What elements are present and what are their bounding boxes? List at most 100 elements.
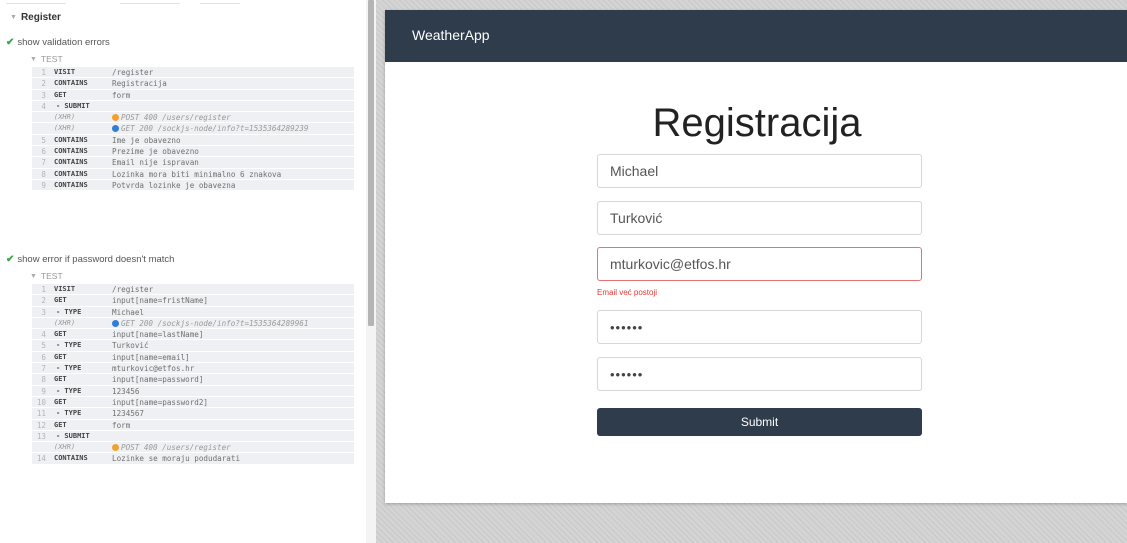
command-row[interactable]: 4 - SUBMIT <box>32 101 354 113</box>
command-number: 5 <box>41 135 46 145</box>
command-row[interactable]: 4 GET input[name=lastName] <box>32 329 354 341</box>
command-row[interactable]: 2 CONTAINS Registracija <box>32 78 354 90</box>
command-name: CONTAINS <box>54 169 88 178</box>
command-name: - TYPE <box>56 386 82 395</box>
command-row[interactable]: (XHR) GET 200 /sockjs-node/info?t=1535364… <box>32 318 354 330</box>
command-name: VISIT <box>54 285 76 293</box>
command-message-text: form <box>112 90 131 100</box>
command-row[interactable]: 3 GET form <box>32 90 354 101</box>
command-name: VISIT <box>54 68 76 76</box>
command-message: Lozinke se moraju podudarati <box>112 453 240 464</box>
command-number: 3 <box>41 90 46 100</box>
command-message: input[name=password] <box>112 374 203 385</box>
command-name: (XHR) <box>54 113 76 122</box>
test-title-validation[interactable]: ✔ show validation errors <box>6 37 110 48</box>
last-name-input[interactable] <box>597 201 922 235</box>
command-number: 6 <box>41 147 46 157</box>
command-message: 1234567 <box>112 408 144 419</box>
command-number: 12 <box>36 420 46 430</box>
command-message-text: Michael <box>112 307 145 317</box>
command-name: GET <box>54 375 67 384</box>
command-number: 4 <box>41 101 46 111</box>
command-message-text: Lozinka mora biti minimalno 6 znakova <box>112 169 282 179</box>
command-number: 6 <box>41 352 46 362</box>
caret-down-icon: ▼ <box>30 56 37 63</box>
command-row[interactable]: 13 - SUBMIT <box>32 431 354 443</box>
command-name: - TYPE <box>56 341 82 350</box>
command-row[interactable]: 7 - TYPE mturkovic@etfos.hr <box>32 363 354 375</box>
command-message-text: Registracija <box>112 79 167 89</box>
command-name: GET <box>54 90 67 99</box>
command-message: Potvrda lozinke je obavezna <box>112 180 235 191</box>
command-name: - TYPE <box>56 364 82 373</box>
command-number: 4 <box>41 330 46 340</box>
command-row[interactable]: 10 GET input[name=password2] <box>32 397 354 409</box>
test-section-label[interactable]: ▼ TEST <box>30 54 63 64</box>
command-message-text: input[name=lastName] <box>112 330 204 340</box>
command-row[interactable]: (XHR) POST 400 /users/register <box>32 442 354 454</box>
command-row[interactable]: 8 CONTAINS Lozinka mora biti minimalno 6 z… <box>32 169 354 180</box>
command-row[interactable]: 9 - TYPE 123456 <box>32 386 354 397</box>
command-row[interactable]: 8 GET input[name=password] <box>32 374 354 386</box>
command-row[interactable]: (XHR) GET 200 /sockjs-node/info?t=1535364… <box>32 123 354 135</box>
command-row[interactable]: 1 VISIT/register <box>32 67 354 79</box>
command-row[interactable]: 5 - TYPE Turković <box>32 340 354 352</box>
command-name: GET <box>54 296 67 305</box>
command-message: Lozinka mora biti minimalno 6 znakova <box>112 169 281 180</box>
email-input[interactable] <box>597 247 922 281</box>
submit-button[interactable]: Submit <box>597 408 922 436</box>
command-row[interactable]: 9 CONTAINS Potvrda lozinke je obavezna <box>32 180 354 192</box>
scrollbar-thumb[interactable] <box>368 0 374 326</box>
command-number: 9 <box>41 386 46 396</box>
command-message-text: POST 400 /users/register <box>121 113 231 123</box>
command-message: GET 200 /sockjs-node/info?t=153536428996… <box>112 318 308 329</box>
command-row[interactable]: 6 GET input[name=email] <box>32 352 354 364</box>
command-message: Email nije ispravan <box>112 157 199 168</box>
caret-down-icon: ▼ <box>10 14 17 21</box>
command-row[interactable]: 14 CONTAINS Lozinke se moraju podudarati <box>32 453 354 465</box>
command-name: GET <box>54 352 67 361</box>
xhr-status-dot-icon <box>112 114 119 122</box>
command-number: 2 <box>41 79 46 89</box>
command-name: CONTAINS <box>54 454 88 463</box>
confirm-password-input[interactable] <box>597 357 922 391</box>
command-row[interactable]: 1 VISIT/register <box>32 284 354 296</box>
command-message-text: mturkovic@etfos.hr <box>112 364 195 374</box>
command-number: 11 <box>36 409 46 419</box>
test-section-label[interactable]: ▼ TEST <box>30 271 63 281</box>
command-message-text: Potvrda lozinke je obavezna <box>112 180 236 190</box>
command-row[interactable]: 7 CONTAINS Email nije ispravan <box>32 157 354 169</box>
command-message: Registracija <box>112 78 167 89</box>
command-number: 9 <box>41 180 46 190</box>
command-number: 5 <box>41 341 46 351</box>
command-row[interactable]: 6 CONTAINS Prezime je obavezno <box>32 146 354 158</box>
first-name-input[interactable] <box>597 154 922 188</box>
command-message-text: Turković <box>112 341 149 351</box>
command-name: (XHR) <box>54 443 76 452</box>
command-row[interactable]: 5 CONTAINS Ime je obavezno <box>32 135 354 147</box>
command-row[interactable]: 2 GET input[name=fristName] <box>32 295 354 307</box>
navbar: WeatherApp <box>385 10 1127 62</box>
command-name: - TYPE <box>56 307 82 316</box>
command-row[interactable]: 11 - TYPE 1234567 <box>32 408 354 420</box>
command-number: 1 <box>41 68 46 77</box>
password-input[interactable] <box>597 310 922 344</box>
command-message-text: Email nije ispravan <box>112 158 199 168</box>
suite-title[interactable]: ▼ Register <box>10 12 61 23</box>
command-message-text: Ime je obavezno <box>112 135 181 145</box>
command-row[interactable]: 12 GET form <box>32 420 354 431</box>
command-message: input[name=lastName] <box>112 329 203 340</box>
command-message: Prezime je obavezno <box>112 146 199 157</box>
command-name: CONTAINS <box>54 180 88 189</box>
command-name: GET <box>54 397 67 406</box>
test-title-password-mismatch[interactable]: ✔ show error if password doesn't match <box>6 254 174 265</box>
command-message: input[name=fristName] <box>112 295 208 306</box>
runner-top-strip <box>0 0 366 8</box>
command-number: 8 <box>41 169 46 179</box>
command-row[interactable]: (XHR) POST 400 /users/register <box>32 112 354 124</box>
brand-link[interactable]: WeatherApp <box>412 27 490 43</box>
app-frame: WeatherApp Registracija Email već postoj… <box>385 10 1127 503</box>
command-message-text: form <box>112 420 131 430</box>
command-message-text: 123456 <box>112 386 140 396</box>
command-row[interactable]: 3 - TYPE Michael <box>32 307 354 318</box>
